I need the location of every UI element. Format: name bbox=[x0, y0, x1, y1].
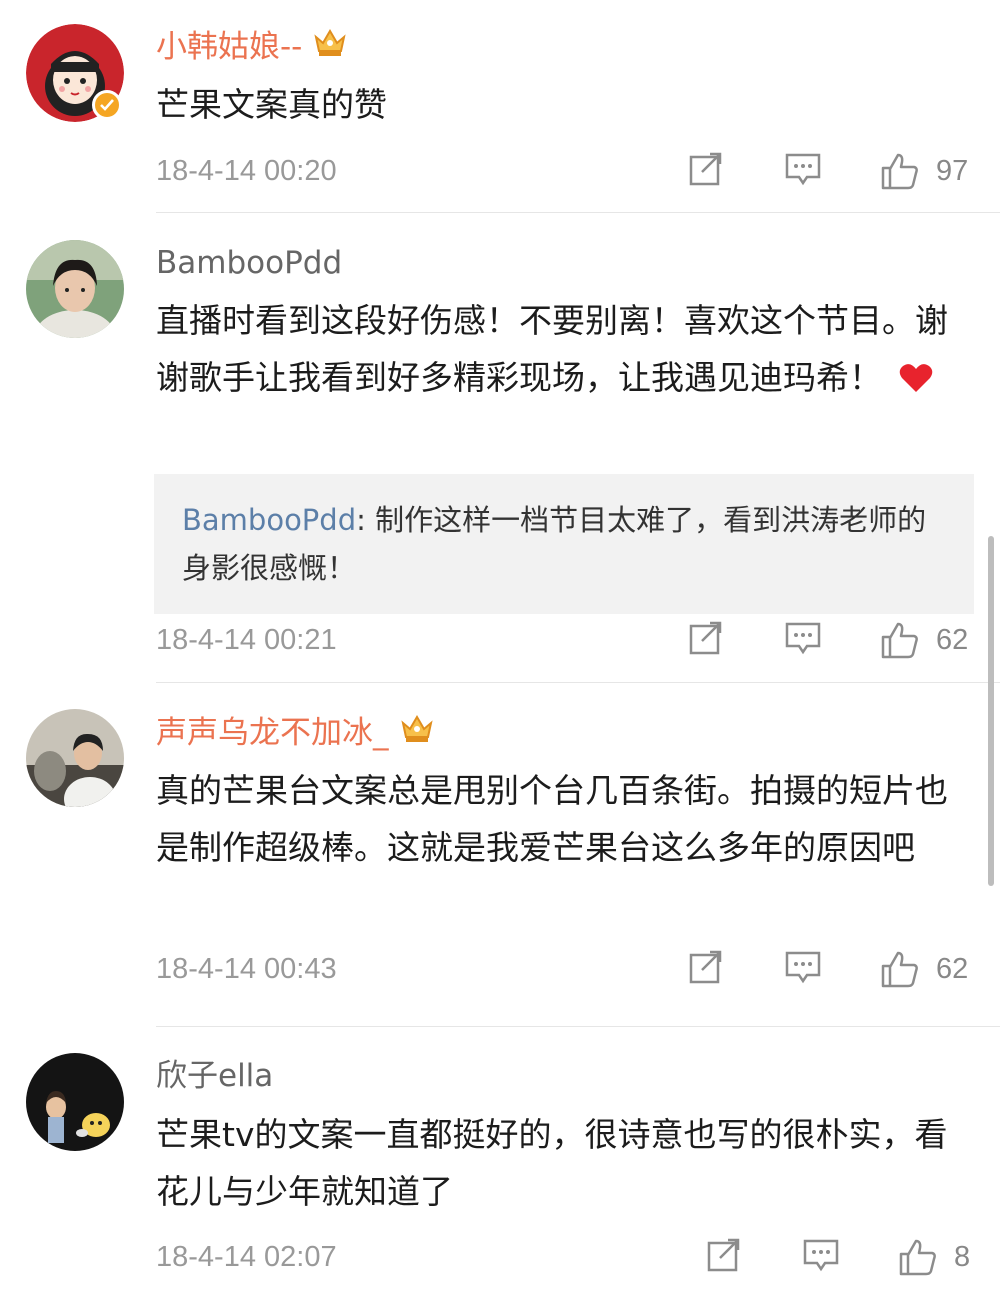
repost-icon[interactable] bbox=[706, 1237, 742, 1277]
username[interactable]: 小韩姑娘-- bbox=[156, 26, 348, 68]
like-count: 62 bbox=[936, 624, 969, 656]
avatar[interactable] bbox=[26, 240, 124, 338]
comment-meta: 18-4-14 02:07 8 bbox=[156, 1237, 976, 1277]
repost-icon[interactable] bbox=[688, 151, 724, 191]
repost-icon[interactable] bbox=[688, 949, 724, 989]
comment-text-content: 直播时看到这段好伤感！不要别离！喜欢这个节目。谢谢歌手让我看到好多精彩现场，让我… bbox=[156, 301, 948, 397]
comment-meta: 18-4-14 00:43 62 bbox=[156, 949, 976, 989]
comment-text: 直播时看到这段好伤感！不要别离！喜欢这个节目。谢谢歌手让我看到好多精彩现场，让我… bbox=[156, 292, 956, 410]
repost-icon[interactable] bbox=[688, 620, 724, 660]
divider bbox=[156, 212, 1000, 213]
comment-icon[interactable] bbox=[784, 620, 822, 660]
reply-box[interactable]: BambooPdd: 制作这样一档节目太难了，看到洪涛老师的身影很感慨！ bbox=[154, 474, 974, 614]
username-text[interactable]: BambooPdd bbox=[156, 243, 342, 283]
like-count: 62 bbox=[936, 953, 969, 985]
username[interactable]: BambooPdd bbox=[156, 243, 342, 283]
username-text[interactable]: 声声乌龙不加冰_ bbox=[156, 713, 389, 753]
timestamp: 18-4-14 02:07 bbox=[156, 1241, 337, 1273]
avatar[interactable] bbox=[26, 1053, 124, 1151]
comment-icon[interactable] bbox=[802, 1237, 840, 1277]
timestamp: 18-4-14 00:21 bbox=[156, 624, 337, 656]
comment-text: 芒果tv的文案一直都挺好的，很诗意也写的很朴实，看花儿与少年就知道了 bbox=[156, 1115, 948, 1211]
divider bbox=[156, 1026, 1000, 1027]
crown-icon bbox=[312, 26, 348, 68]
comment-icon[interactable] bbox=[784, 949, 822, 989]
username[interactable]: 声声乌龙不加冰_ bbox=[156, 712, 435, 754]
divider bbox=[156, 682, 1000, 683]
username[interactable]: 欣子ella bbox=[156, 1056, 273, 1096]
thumbs-up-icon[interactable] bbox=[898, 1237, 938, 1281]
heart-icon bbox=[899, 353, 933, 410]
thumbs-up-icon[interactable] bbox=[880, 151, 920, 195]
comment-text: 真的芒果台文案总是甩别个台几百条街。拍摄的短片也是制作超级棒。这就是我爱芒果台这… bbox=[156, 771, 948, 867]
like-count: 8 bbox=[954, 1241, 971, 1273]
timestamp: 18-4-14 00:20 bbox=[156, 155, 337, 187]
scrollbar[interactable] bbox=[988, 536, 994, 886]
reply-username[interactable]: BambooPdd bbox=[182, 503, 356, 537]
username-text[interactable]: 小韩姑娘-- bbox=[156, 27, 302, 67]
comment-meta: 18-4-14 00:20 97 bbox=[156, 151, 976, 191]
comment-text: 芒果文案真的赞 bbox=[156, 85, 387, 124]
comment-icon[interactable] bbox=[784, 151, 822, 191]
reply-separator: : bbox=[356, 503, 366, 537]
avatar[interactable] bbox=[26, 709, 124, 807]
like-count: 97 bbox=[936, 155, 969, 187]
timestamp: 18-4-14 00:43 bbox=[156, 953, 337, 985]
verified-badge-icon bbox=[92, 90, 122, 120]
thumbs-up-icon[interactable] bbox=[880, 620, 920, 664]
crown-icon bbox=[399, 712, 435, 754]
comment-meta: 18-4-14 00:21 62 bbox=[156, 620, 976, 660]
thumbs-up-icon[interactable] bbox=[880, 949, 920, 993]
username-text[interactable]: 欣子ella bbox=[156, 1056, 273, 1096]
